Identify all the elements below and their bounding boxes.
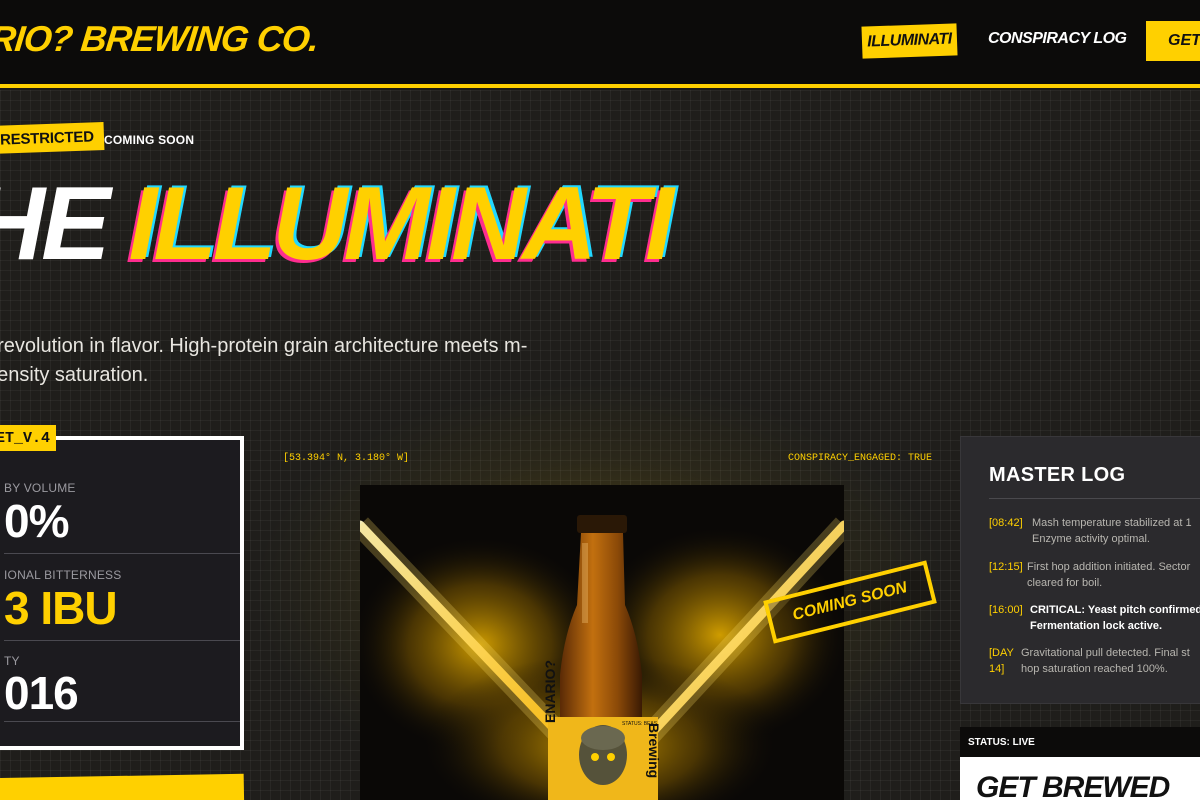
log-entry-message: Mash temperature stabilized at 1 Enzyme … bbox=[1032, 517, 1192, 545]
restricted-badge: RESTRICTED bbox=[0, 122, 105, 154]
spec-card: BY VOLUME 0% IONAL BITTERNESS 3 IBU TY 0… bbox=[0, 436, 244, 750]
log-entry-time: [08:42] bbox=[989, 517, 1023, 529]
log-entry-time: [12:15] bbox=[989, 561, 1023, 573]
bottle-label-right: Brewing bbox=[646, 723, 662, 779]
bottle-illustration bbox=[360, 485, 844, 800]
nav-get-brewed-button[interactable]: GET B bbox=[1146, 21, 1200, 61]
log-entry-time: [DAY 14] bbox=[989, 647, 1014, 675]
coming-soon-label: COMING SOON bbox=[104, 133, 195, 147]
status-live-bar: STATUS: LIVE bbox=[960, 727, 1200, 757]
log-entry-message: Gravitational pull detected. Final st ho… bbox=[1021, 647, 1190, 675]
brand-logo[interactable]: NARIO? BREWING CO. bbox=[0, 18, 320, 60]
log-entry-message-critical: CRITICAL: Yeast pitch confirmed. Ferment… bbox=[1030, 604, 1200, 632]
spec-value: 0% bbox=[4, 495, 69, 547]
get-brewed-panel[interactable]: GET BREWED bbox=[960, 757, 1200, 800]
coordinates-label: [53.394° N, 3.180° W] bbox=[283, 453, 410, 464]
master-log-panel: MASTER LOG [08:42] Mash temperature stab… bbox=[960, 436, 1200, 704]
product-image: ENARIO? Brewing STATUS: BEAS bbox=[360, 485, 844, 800]
spec-row-abv: BY VOLUME 0% bbox=[4, 480, 240, 554]
log-entry-message: First hop addition initiated. Sector cle… bbox=[1027, 561, 1191, 589]
spec-row-ibu: IONAL BITTERNESS 3 IBU bbox=[4, 567, 240, 641]
nav-illuminati-link[interactable]: ILLUMINATI bbox=[861, 23, 958, 59]
get-brewed-title[interactable]: GET BREWED bbox=[976, 771, 1170, 800]
bottle-label-left: ENARIO? bbox=[542, 660, 558, 723]
master-log-divider bbox=[989, 498, 1200, 499]
log-entry-time: [16:00] bbox=[989, 604, 1023, 616]
master-log-title: MASTER LOG bbox=[989, 464, 1126, 486]
spec-value: 016 bbox=[4, 667, 79, 719]
hero-title-part2: ILLUMINATI bbox=[128, 166, 673, 282]
hero-description: f revolution in flavor. High-protein gra… bbox=[0, 335, 528, 386]
yellow-strip bbox=[0, 773, 245, 800]
site-header: NARIO? BREWING CO. ILLUMINATI CONSPIRACY… bbox=[0, 0, 1200, 88]
nav-conspiracy-log-link[interactable]: CONSPIRACY LOG bbox=[988, 30, 1127, 48]
conspiracy-engaged-label: CONSPIRACY_ENGAGED: TRUE bbox=[788, 453, 933, 464]
spec-label: IONAL BITTERNESS bbox=[4, 568, 122, 582]
spec-value: 3 IBU bbox=[4, 582, 118, 634]
spec-row-gravity: TY 016 bbox=[4, 654, 240, 722]
bottle-label-tiny: STATUS: BEAS bbox=[622, 721, 658, 727]
hero-title-part1: HE bbox=[0, 166, 110, 282]
spec-label: BY VOLUME bbox=[4, 481, 76, 495]
spec-sheet-tag: ET_V.4 bbox=[0, 425, 57, 451]
hero-title: HEILLUMINATI bbox=[0, 172, 674, 276]
